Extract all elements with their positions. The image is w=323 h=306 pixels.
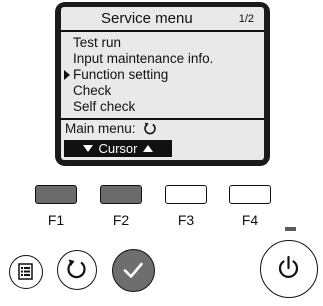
f3-label: F3: [177, 212, 195, 228]
power-button[interactable]: [260, 240, 318, 298]
check-icon: [123, 262, 143, 278]
power-icon: [278, 255, 299, 278]
f4-button[interactable]: [229, 185, 271, 204]
operation-indicator-lamp: [285, 227, 296, 231]
return-icon: [67, 259, 86, 279]
page-indicator: 1/2: [238, 13, 254, 25]
cursor-label: Cursor: [98, 141, 138, 156]
menu-item-function-setting[interactable]: Function setting: [61, 67, 264, 83]
arrow-up-icon: [142, 145, 153, 152]
screen-title: Service menu: [101, 10, 193, 27]
f4-label: F4: [241, 212, 259, 228]
menu-item-self-check[interactable]: Self check: [61, 99, 264, 115]
cursor-function-bar: Cursor: [64, 140, 172, 157]
f2-label: F2: [112, 212, 130, 228]
menu-icon: [18, 263, 33, 280]
lcd-bezel: Service menu 1/2 Test run Input maintena…: [55, 2, 270, 166]
return-button[interactable]: [57, 250, 97, 290]
menu-button[interactable]: [9, 255, 43, 289]
f1-button[interactable]: [35, 185, 77, 204]
return-icon: [143, 121, 157, 139]
lcd-display: Service menu 1/2 Test run Input maintena…: [61, 7, 264, 160]
menu-item-label: Check: [73, 83, 112, 98]
divider: [61, 118, 264, 120]
menu-item-label: Self check: [73, 99, 136, 114]
confirm-button[interactable]: [112, 249, 155, 292]
menu-item-test-run[interactable]: Test run: [61, 35, 264, 51]
menu-item-input-maintenance-info[interactable]: Input maintenance info.: [61, 51, 264, 67]
menu-item-label: Function setting: [73, 67, 169, 82]
menu-item-check[interactable]: Check: [61, 83, 264, 99]
f2-button[interactable]: [100, 185, 142, 204]
title-row: Service menu 1/2: [61, 8, 264, 32]
f1-label: F1: [47, 212, 65, 228]
arrow-down-icon: [83, 145, 94, 152]
f3-button[interactable]: [165, 185, 207, 204]
menu-item-label: Input maintenance info.: [73, 51, 214, 66]
main-menu-label: Main menu:: [65, 121, 136, 136]
main-menu-hint: Main menu:: [65, 121, 157, 139]
menu-item-label: Test run: [73, 35, 122, 50]
selection-cursor-icon: [64, 70, 70, 80]
